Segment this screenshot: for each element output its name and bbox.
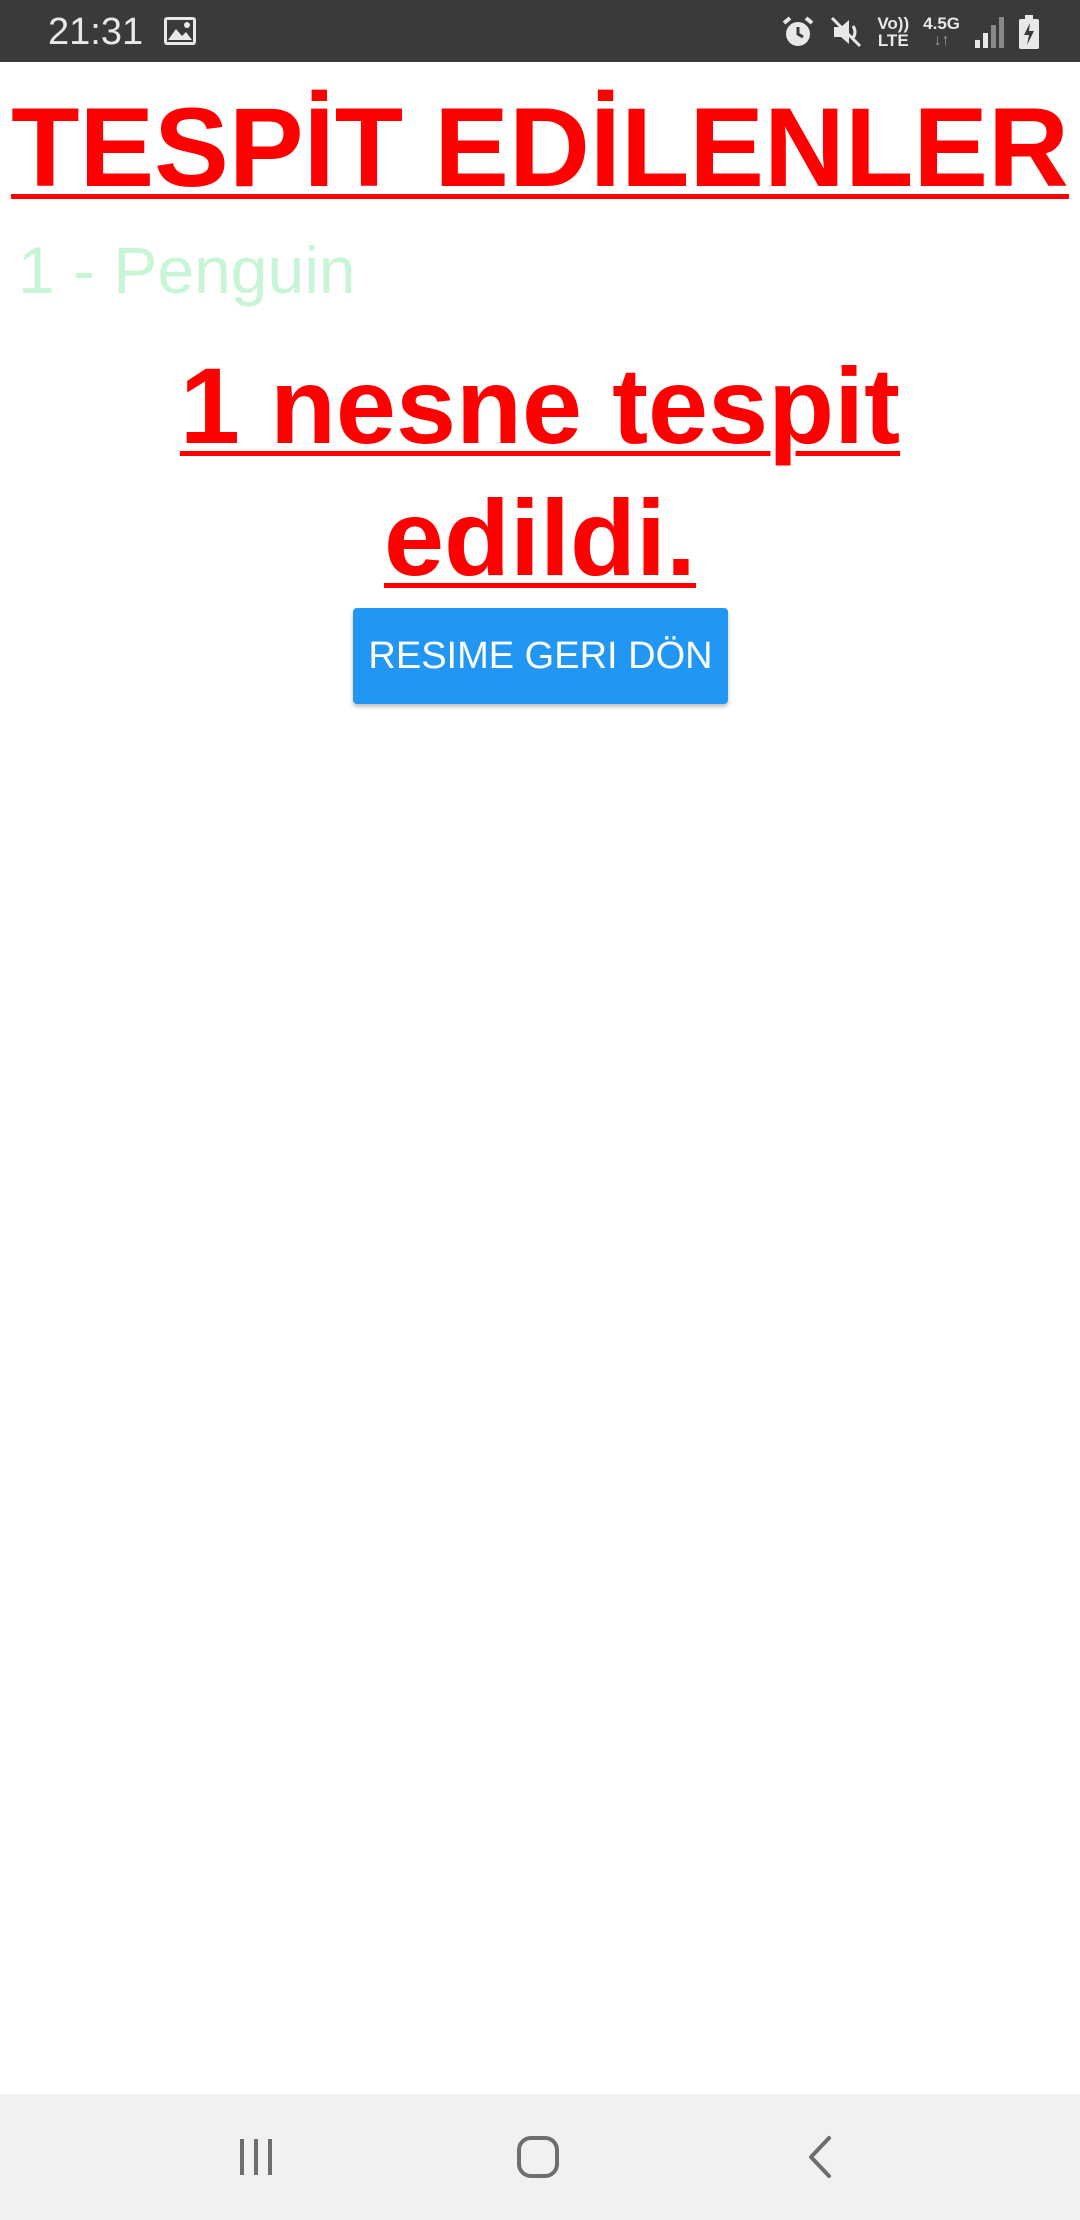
recent-apps-button[interactable] — [196, 2094, 316, 2220]
battery-charging-icon — [1019, 15, 1039, 49]
detection-summary: 1 nesne tespit edildi. — [179, 345, 901, 598]
page-title: TESPİT EDİLENLER — [11, 85, 1069, 210]
detected-item-1: 1 - Penguin — [18, 233, 356, 307]
back-icon — [809, 2136, 831, 2178]
navigation-bar — [0, 2094, 1080, 2220]
back-button[interactable] — [760, 2094, 880, 2220]
volte-icon: Vo)) LTE — [877, 15, 909, 49]
status-bar: 21:31 Vo)) LTE 4.5G ↓↑ — [0, 0, 1080, 62]
volte-bottom: LTE — [877, 31, 909, 50]
back-to-image-button[interactable]: RESIME GERI DÖN — [353, 608, 728, 704]
network-4.5g-icon: 4.5G ↓↑ — [923, 14, 960, 49]
recent-apps-icon — [240, 2139, 272, 2175]
detection-results-screen: 21:31 Vo)) LTE 4.5G ↓↑ TESPİT EDİLENLER … — [0, 0, 1080, 2220]
volte-top: Vo)) — [877, 14, 910, 33]
alarm-icon — [783, 16, 814, 46]
status-time: 21:31 — [48, 11, 144, 53]
home-icon — [517, 2136, 559, 2178]
image-icon — [164, 17, 196, 45]
status-icons: Vo)) LTE 4.5G ↓↑ — [781, 12, 1040, 52]
network-label: 4.5G — [923, 14, 960, 33]
mute-icon — [831, 16, 862, 48]
signal-icon — [975, 17, 1004, 48]
home-button[interactable] — [478, 2094, 598, 2220]
